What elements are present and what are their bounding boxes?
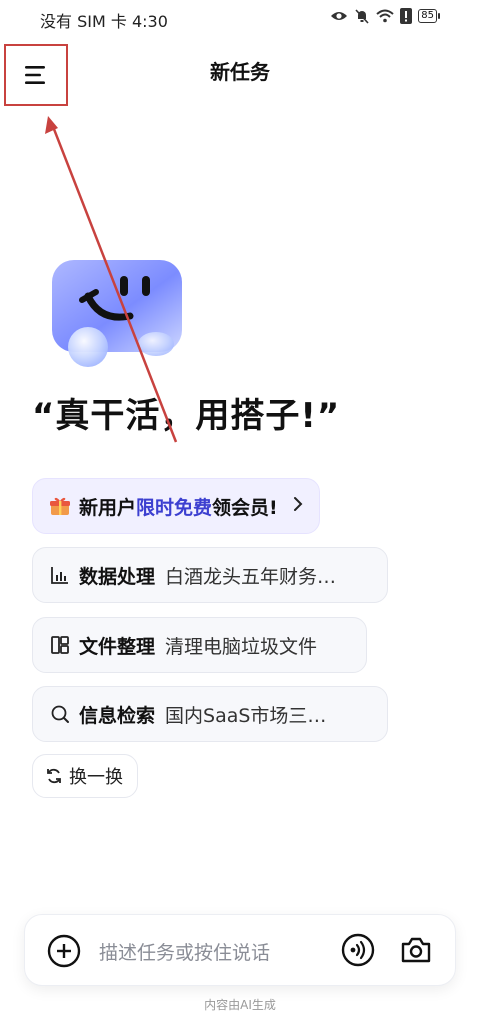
alert-icon <box>400 8 413 24</box>
refresh-label: 换一换 <box>69 767 123 788</box>
plus-circle-icon <box>47 934 81 968</box>
suggestion-text: 清理电脑垃圾文件 <box>165 635 318 658</box>
suggestion-category: 信息检索 <box>79 704 156 727</box>
suggestion-category: 数据处理 <box>79 565 156 588</box>
wifi-icon <box>376 9 394 23</box>
camera-icon <box>401 937 431 963</box>
status-bar: 没有 SIM 卡 4:30 85 <box>0 0 480 36</box>
page-title: 新任务 <box>210 60 270 84</box>
battery-indicator: 85 <box>418 9 440 23</box>
mascot-logo <box>52 260 182 367</box>
promo-prefix: 新用户 <box>79 496 137 519</box>
camera-button[interactable] <box>399 933 433 971</box>
suggestion-info-search[interactable]: 信息检索 国内SaaS市场三… <box>32 686 388 742</box>
eye-icon <box>331 12 348 20</box>
task-input[interactable]: 描述任务或按住说话 <box>99 938 270 965</box>
voice-icon <box>341 933 375 967</box>
promo-highlight: 限时免费 <box>136 496 213 519</box>
mute-bell-icon <box>355 9 369 24</box>
chevron-right-icon <box>292 495 304 517</box>
layout-icon <box>49 634 71 656</box>
add-attachment-button[interactable] <box>47 934 81 972</box>
promo-suffix: 领会员! <box>212 496 278 519</box>
refresh-icon <box>47 768 61 784</box>
suggestion-text: 国内SaaS市场三… <box>165 704 327 727</box>
suggestion-text: 白酒龙头五年财务… <box>165 565 337 588</box>
battery-level: 85 <box>418 9 437 23</box>
suggestion-data-processing[interactable]: 数据处理 白酒龙头五年财务… <box>32 547 388 603</box>
suggestion-category: 文件整理 <box>79 635 156 658</box>
promo-banner[interactable]: 新用户 限时免费 领会员! <box>32 478 320 534</box>
suggestion-file-organize[interactable]: 文件整理 清理电脑垃圾文件 <box>32 617 367 673</box>
carrier-time: 没有 SIM 卡 4:30 <box>40 12 168 31</box>
ai-disclaimer: 内容由AI生成 <box>204 998 276 1012</box>
refresh-suggestions-button[interactable]: 换一换 <box>32 754 138 798</box>
voice-input-button[interactable] <box>341 933 375 971</box>
gift-icon <box>49 495 71 517</box>
search-icon <box>49 703 71 725</box>
chart-icon <box>49 564 71 586</box>
slogan: “真干活，用搭子!” <box>32 396 341 436</box>
task-input-bar: 描述任务或按住说话 <box>24 914 456 986</box>
